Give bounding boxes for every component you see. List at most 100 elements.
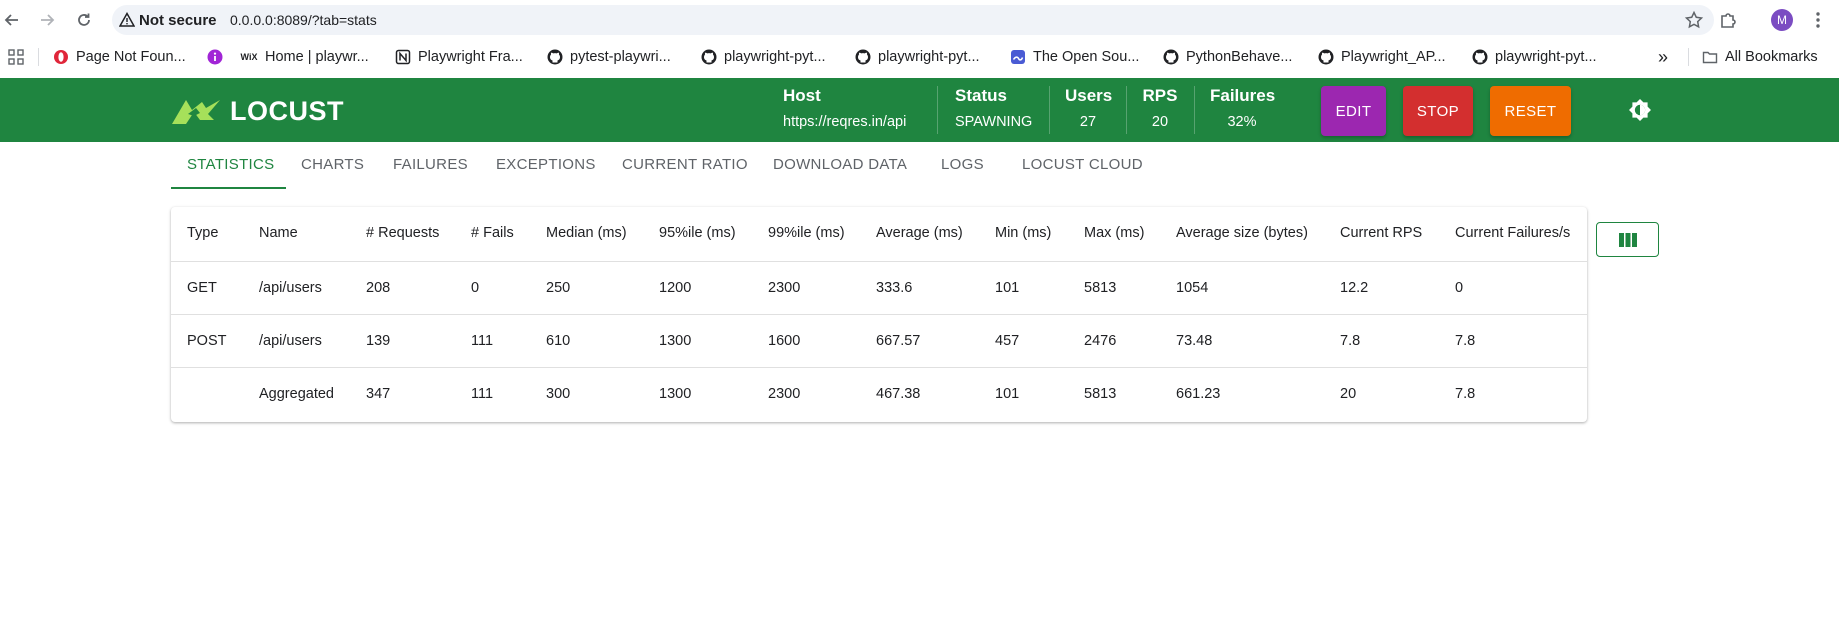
stop-button[interactable]: STOP: [1403, 86, 1473, 136]
column-header[interactable]: Average (ms): [876, 225, 963, 241]
tab-current-ratio[interactable]: CURRENT RATIO: [622, 156, 748, 173]
back-button[interactable]: [0, 8, 24, 32]
tab-failures[interactable]: FAILURES: [393, 156, 468, 173]
column-header[interactable]: Max (ms): [1084, 225, 1144, 241]
columns-icon: [1618, 232, 1637, 247]
opera-icon: [54, 50, 68, 64]
locust-logo-icon: [172, 100, 220, 124]
bookmark-label: The Open Sou...: [1033, 49, 1140, 65]
all-bookmarks-button[interactable]: All Bookmarks: [1702, 47, 1818, 67]
table-row-aggregated: Aggregated 347 111 300 1300 2300 467.38 …: [171, 368, 1587, 421]
table-row: POST /api/users 139 111 610 1300 1600 66…: [171, 315, 1587, 368]
address-bar[interactable]: Not secure 0.0.0.0:8089/?tab=stats: [112, 5, 1714, 35]
cell-current-failures: 7.8: [1455, 333, 1476, 349]
column-header[interactable]: 99%ile (ms): [768, 225, 845, 241]
rps-stat: RPS 20: [1141, 86, 1179, 136]
tab-charts[interactable]: CHARTS: [301, 156, 364, 173]
apps-button[interactable]: [8, 47, 24, 67]
forward-arrow-icon: [41, 14, 55, 26]
rps-label: RPS: [1142, 86, 1178, 105]
forward-button[interactable]: [35, 8, 59, 32]
bookmark-item[interactable]: pytest-playwri...: [547, 47, 671, 67]
locust-logo[interactable]: LOCUST: [170, 96, 344, 126]
puzzle-icon: [1721, 13, 1736, 28]
cell-name: /api/users: [259, 333, 322, 349]
cell-requests: 347: [366, 386, 391, 402]
tab-logs[interactable]: LOGS: [941, 156, 984, 173]
bookmark-label: playwright-pyt...: [878, 49, 980, 65]
bookmarks-divider: [1688, 48, 1689, 66]
bookmark-item[interactable]: playwright-pyt...: [1472, 47, 1597, 67]
bookmark-item[interactable]: PythonBehave...: [1163, 47, 1292, 67]
host-label: Host: [783, 86, 821, 105]
tab-download-data[interactable]: DOWNLOAD DATA: [773, 156, 907, 173]
bookmark-star-icon[interactable]: [1684, 10, 1704, 30]
cell-average: 333.6: [876, 280, 913, 296]
column-header[interactable]: Current RPS: [1340, 225, 1422, 241]
bookmark-item[interactable]: Page Not Foun...: [53, 47, 186, 67]
cell-min: 101: [995, 386, 1020, 402]
table-row: GET /api/users 208 0 250 1200 2300 333.6…: [171, 262, 1587, 315]
logo-text: LOCUST: [230, 95, 344, 126]
back-arrow-icon: [4, 14, 18, 26]
browser-toolbar: Not secure 0.0.0.0:8089/?tab=stats M: [0, 0, 1839, 40]
column-header[interactable]: # Fails: [471, 225, 514, 241]
cell-max: 5813: [1084, 386, 1117, 402]
bookmark-item[interactable]: WiX Home | playwr...: [240, 47, 369, 67]
security-label[interactable]: Not secure: [139, 12, 217, 29]
bookmarks-bar: Page Not Foun... WiX Home | playwr... Pl…: [0, 40, 1839, 73]
column-header[interactable]: Average size (bytes): [1176, 225, 1308, 241]
cell-name: /api/users: [259, 280, 322, 296]
url-text[interactable]: 0.0.0.0:8089/?tab=stats: [230, 12, 377, 28]
edit-button[interactable]: EDIT: [1321, 86, 1386, 136]
theme-toggle-icon[interactable]: [1627, 98, 1653, 124]
apps-grid-icon: [8, 49, 24, 65]
browser-menu-button[interactable]: [1806, 8, 1830, 32]
cell-avg-size: 73.48: [1176, 333, 1213, 349]
column-header[interactable]: Current Failures/s: [1455, 225, 1570, 241]
status-value: SPAWNING: [955, 114, 1033, 130]
cell-current-rps: 20: [1340, 386, 1357, 402]
tab-locust-cloud[interactable]: LOCUST CLOUD: [1022, 156, 1143, 173]
status-stat: Status SPAWNING: [955, 86, 1032, 136]
active-tab-indicator: [171, 187, 286, 189]
cell-p95: 1300: [659, 333, 692, 349]
cell-p99: 1600: [768, 333, 801, 349]
bookmark-item[interactable]: Playwright_AP...: [1318, 47, 1446, 67]
github-icon: [1318, 49, 1334, 65]
cell-average: 667.57: [876, 333, 921, 349]
rps-value: 20: [1151, 114, 1169, 130]
column-selector-button[interactable]: [1596, 222, 1659, 257]
app-header: LOCUST Host https://reqres.in/api Status…: [0, 78, 1839, 142]
reset-button[interactable]: RESET: [1490, 86, 1571, 136]
bookmark-item[interactable]: playwright-pyt...: [855, 47, 980, 67]
cell-p95: 1200: [659, 280, 692, 296]
cell-current-rps: 7.8: [1340, 333, 1361, 349]
cell-median: 250: [546, 280, 571, 296]
profile-avatar[interactable]: M: [1771, 9, 1793, 31]
cell-fails: 0: [471, 280, 480, 296]
bookmark-label: Playwright Fra...: [418, 49, 523, 65]
reload-button[interactable]: [72, 8, 96, 32]
cell-current-failures: 7.8: [1455, 386, 1476, 402]
failures-label: Failures: [1210, 86, 1276, 105]
tab-exceptions[interactable]: EXCEPTIONS: [496, 156, 596, 173]
column-header[interactable]: 95%ile (ms): [659, 225, 736, 241]
column-header[interactable]: Median (ms): [546, 225, 627, 241]
bookmark-item[interactable]: [207, 47, 223, 67]
bookmark-item[interactable]: playwright-pyt...: [701, 47, 826, 67]
tab-statistics[interactable]: STATISTICS: [187, 156, 274, 173]
info-circle-icon: [207, 49, 223, 65]
status-label: Status: [955, 86, 1007, 105]
host-value: https://reqres.in/api: [783, 114, 907, 130]
more-bookmarks-button[interactable]: »: [1658, 47, 1668, 67]
cell-p99: 2300: [768, 280, 801, 296]
bookmark-item[interactable]: Playwright Fra...: [395, 47, 523, 67]
column-header[interactable]: Type: [187, 225, 218, 241]
column-header[interactable]: # Requests: [366, 225, 439, 241]
column-header[interactable]: Name: [259, 225, 298, 241]
github-icon: [701, 49, 717, 65]
extensions-button[interactable]: [1716, 8, 1740, 32]
bookmark-item[interactable]: The Open Sou...: [1010, 47, 1139, 67]
column-header[interactable]: Min (ms): [995, 225, 1051, 241]
